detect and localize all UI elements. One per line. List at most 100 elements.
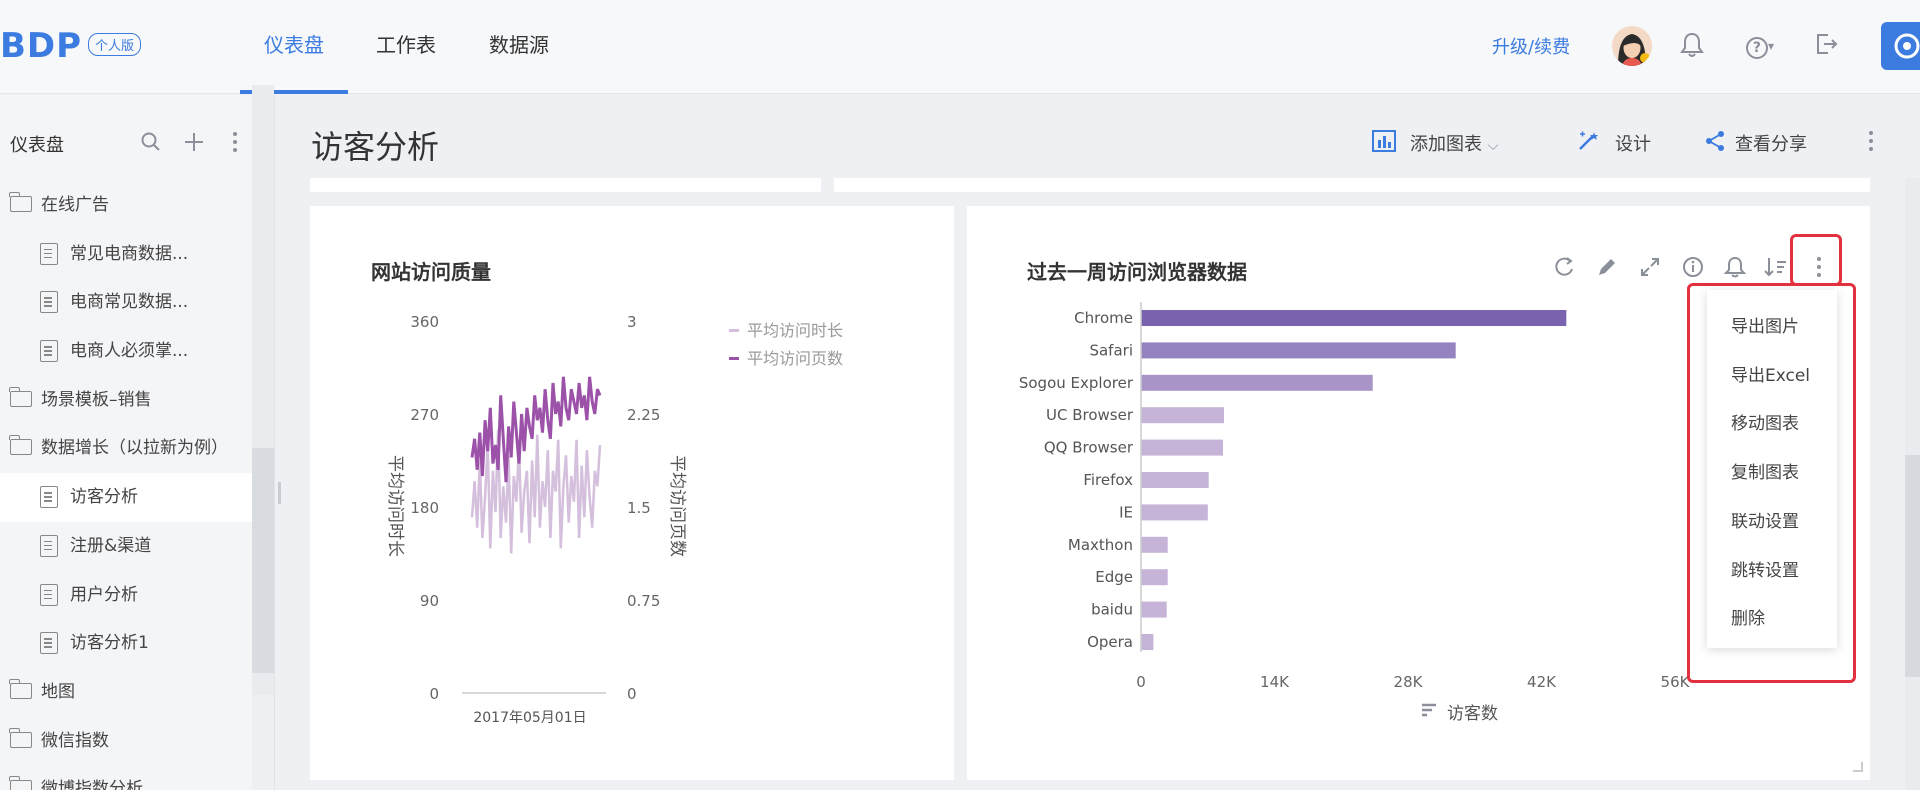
bar-safari[interactable] xyxy=(1141,342,1456,359)
bar-ie[interactable] xyxy=(1141,504,1208,521)
y-tick-left: 270 xyxy=(410,406,439,424)
chevron-down-icon: ⌵ xyxy=(1487,138,1499,154)
x-tick-label: 0 xyxy=(1136,673,1146,691)
bar-baidu[interactable] xyxy=(1141,601,1167,618)
sidebar-item-label: 电商人必须掌... xyxy=(70,341,189,362)
card-above-left xyxy=(310,178,821,192)
add-chart-button[interactable]: 添加图表 ⌵ xyxy=(1410,130,1498,156)
resize-corner-icon[interactable] xyxy=(1853,762,1863,772)
bar-qq-browser[interactable] xyxy=(1141,439,1223,456)
search-icon[interactable] xyxy=(140,131,162,157)
dashboard-doc-icon xyxy=(40,534,58,557)
main-scrollbar-thumb[interactable] xyxy=(1905,455,1920,677)
bar-firefox[interactable] xyxy=(1141,472,1209,488)
view-share-button[interactable]: 查看分享 xyxy=(1735,130,1807,156)
sidebar-item-online-ads[interactable]: 在线广告 xyxy=(0,181,252,230)
category-label: Firefox xyxy=(1083,471,1133,489)
line-chart-visit-quality: 360 270 180 90 0 3 2.25 1.5 0.75 0 平均访问时长 平均访问页数… xyxy=(385,313,843,726)
category-label: IE xyxy=(1119,503,1133,521)
sidebar-divider xyxy=(274,95,275,790)
category-label: Opera xyxy=(1087,633,1133,651)
support-icon[interactable] xyxy=(1881,22,1920,70)
bar-edge[interactable] xyxy=(1141,569,1168,586)
sidebar-item-ecommerce-2[interactable]: 电商常见数据... xyxy=(0,278,252,327)
sidebar-item-map[interactable]: 地图 xyxy=(0,668,252,717)
legend-label-duration[interactable]: 平均访问时长 xyxy=(747,321,843,340)
sidebar-item-label: 常见电商数据... xyxy=(70,243,189,264)
sidebar-item-wechat-index[interactable]: 微信指数 xyxy=(0,717,252,766)
sidebar-item-label: 数据增长（以拉新为例） xyxy=(41,438,228,459)
x-axis-label: 访客数 xyxy=(1447,704,1498,724)
dashboard-doc-icon xyxy=(40,632,58,655)
category-label: Edge xyxy=(1095,568,1133,586)
edition-badge: 个人版 xyxy=(88,33,142,56)
sidebar-header: 仪表盘 xyxy=(0,95,275,185)
y-tick-right: 0.75 xyxy=(627,592,660,610)
sidebar-resize-handle[interactable] xyxy=(278,482,281,504)
legend-label-pages[interactable]: 平均访问页数 xyxy=(747,349,843,368)
y-tick-left: 90 xyxy=(420,592,439,610)
highlight-box-menu xyxy=(1687,283,1856,683)
y-tick-right: 1.5 xyxy=(627,499,651,517)
category-label: Maxthon xyxy=(1068,536,1133,554)
logo[interactable]: BDP xyxy=(0,26,82,66)
avatar[interactable] xyxy=(1612,26,1652,66)
y-axis-label-left: 平均访问时长 xyxy=(385,455,405,557)
sidebar-item-visitor-analysis-1[interactable]: 访客分析1 xyxy=(0,619,252,668)
sidebar-item-label: 微信指数 xyxy=(41,730,109,751)
sidebar-item-visitor-analysis[interactable]: 访客分析 xyxy=(0,473,252,522)
dashboard-doc-icon xyxy=(40,583,58,606)
folder-icon xyxy=(9,678,32,699)
bell-icon[interactable] xyxy=(1678,32,1706,60)
sidebar-item-ecommerce-3[interactable]: 电商人必须掌... xyxy=(0,327,252,376)
x-tick-label: 2017年05月01日 xyxy=(473,710,586,726)
legend-swatch-duration xyxy=(729,329,739,332)
tab-dashboard[interactable]: 仪表盘 xyxy=(240,0,348,94)
folder-icon xyxy=(9,776,32,790)
add-icon[interactable] xyxy=(183,131,205,157)
sidebar-item-label: 电商常见数据... xyxy=(70,292,189,313)
help-icon[interactable]: ? ▾ xyxy=(1740,32,1780,60)
x-axis-label-group: 访客数 xyxy=(1422,703,1498,724)
dashboard-doc-icon xyxy=(40,486,58,509)
category-label: Chrome xyxy=(1074,309,1133,327)
x-tick-label: 14K xyxy=(1260,673,1290,691)
sidebar-item-label: 注册&渠道 xyxy=(70,535,152,556)
sidebar-item-label: 用户分析 xyxy=(70,584,138,605)
bar-opera[interactable] xyxy=(1141,634,1154,650)
y-tick-right: 3 xyxy=(627,313,637,331)
design-wand-icon xyxy=(1577,130,1601,152)
category-label: baidu xyxy=(1091,601,1133,619)
bar-uc-browser[interactable] xyxy=(1141,407,1224,424)
sidebar: 仪表盘 在线广告 常见电商数据... 电商常见数据... 电商人必须掌... 场… xyxy=(0,95,252,790)
top-navbar: BDP 个人版 仪表盘 工作表 数据源 升级/续费 ? ▾ xyxy=(0,0,1920,94)
upgrade-link[interactable]: 升级/续费 xyxy=(1492,33,1570,59)
bar-chart-icon xyxy=(1372,130,1396,152)
category-label: QQ Browser xyxy=(1044,439,1134,457)
y-tick-left: 0 xyxy=(429,685,439,703)
bar-maxthon[interactable] xyxy=(1141,536,1168,553)
sidebar-item-ecommerce-1[interactable]: 常见电商数据... xyxy=(0,230,252,279)
sidebar-item-register-channel[interactable]: 注册&渠道 xyxy=(0,522,252,571)
sidebar-item-label: 场景模板–销售 xyxy=(41,389,152,410)
folder-icon xyxy=(9,435,32,456)
sidebar-item-weibo-index[interactable]: 微博指数分析 xyxy=(0,765,252,790)
sidebar-item-data-growth[interactable]: 数据增长（以拉新为例） xyxy=(0,424,252,473)
bar-chrome[interactable] xyxy=(1141,310,1567,326)
sidebar-item-sales-template[interactable]: 场景模板–销售 xyxy=(0,376,252,425)
sidebar-item-label: 微博指数分析 xyxy=(41,779,143,790)
logout-icon[interactable] xyxy=(1812,32,1840,60)
tab-worksheet[interactable]: 工作表 xyxy=(352,0,460,94)
folder-icon xyxy=(9,727,32,748)
page-more-icon[interactable] xyxy=(1868,130,1874,152)
x-tick-label: 28K xyxy=(1394,673,1424,691)
bar-sogou-explorer[interactable] xyxy=(1141,374,1373,391)
sidebar-item-user-analysis[interactable]: 用户分析 xyxy=(0,571,252,620)
sidebar-scrollbar-thumb[interactable] xyxy=(252,448,274,673)
category-label: UC Browser xyxy=(1046,406,1134,424)
tab-datasource[interactable]: 数据源 xyxy=(465,0,573,94)
more-icon[interactable] xyxy=(232,131,238,157)
category-label: Safari xyxy=(1089,341,1133,359)
page-title: 访客分析 xyxy=(311,128,440,166)
design-button[interactable]: 设计 xyxy=(1615,130,1651,156)
